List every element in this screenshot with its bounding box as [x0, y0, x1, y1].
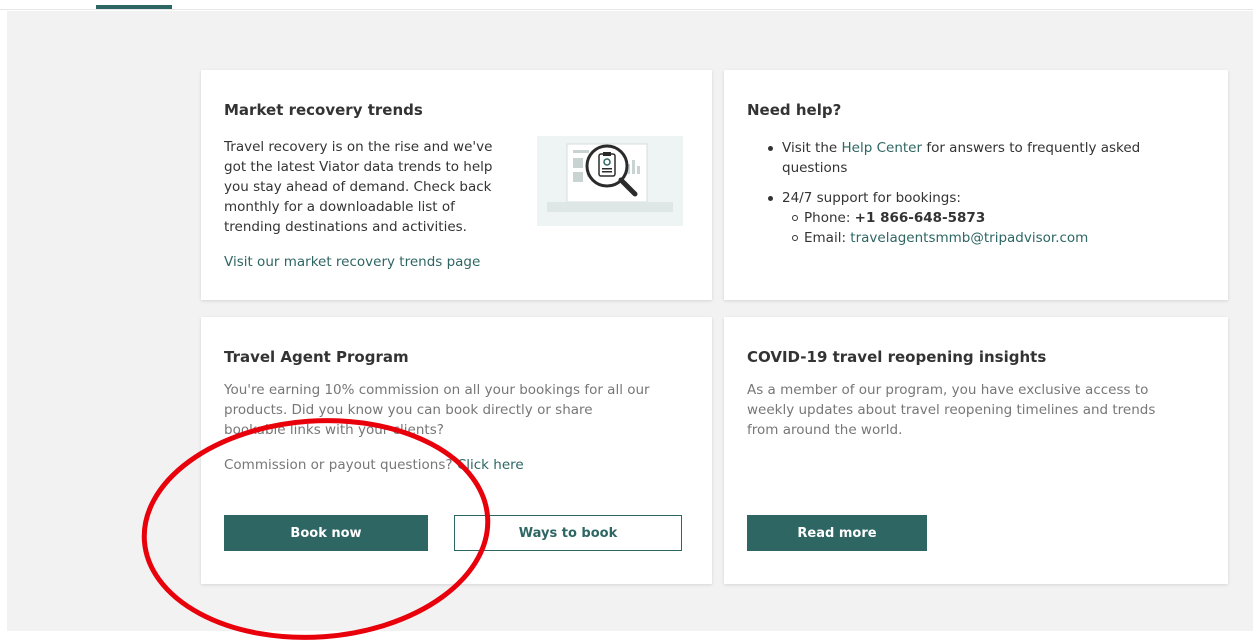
support-item: 24/7 support for bookings: Phone: +1 866… — [768, 188, 1208, 248]
book-now-button[interactable]: Book now — [224, 515, 428, 551]
covid-insights-body: As a member of our program, you have exc… — [747, 382, 1156, 438]
commission-text: Commission or payout questions? Click he… — [224, 457, 524, 473]
support-email-link[interactable]: travelagentsmmb@tripadvisor.com — [850, 230, 1088, 246]
need-help-card: Need help? Visit the Help Center for ans… — [724, 70, 1228, 300]
read-more-button[interactable]: Read more — [747, 515, 927, 551]
market-recovery-title: Market recovery trends — [224, 101, 423, 119]
phone-item: Phone: +1 866-648-5873 — [792, 208, 1208, 228]
market-recovery-body: Travel recovery is on the rise and we've… — [224, 139, 493, 235]
market-recovery-card: Market recovery trends Travel recovery i… — [201, 70, 712, 300]
help-center-link[interactable]: Help Center — [842, 140, 923, 156]
commission-click-here-link[interactable]: Click here — [457, 457, 524, 473]
market-recovery-link[interactable]: Visit our market recovery trends page — [224, 254, 480, 270]
main-content: Market recovery trends Travel recovery i… — [7, 11, 1253, 631]
magnifier-document-illustration-icon — [537, 136, 683, 226]
travel-agent-title: Travel Agent Program — [224, 348, 409, 366]
covid-insights-title: COVID-19 travel reopening insights — [747, 348, 1047, 366]
travel-agent-body: You're earning 10% commission on all you… — [224, 382, 650, 438]
help-list: Visit the Help Center for answers to fre… — [768, 138, 1208, 258]
travel-agent-program-card: Travel Agent Program You're earning 10% … — [201, 317, 712, 584]
help-center-item: Visit the Help Center for answers to fre… — [768, 138, 1208, 178]
phone-number: +1 866-648-5873 — [854, 210, 986, 226]
covid-insights-card: COVID-19 travel reopening insights As a … — [724, 317, 1228, 584]
ways-to-book-button[interactable]: Ways to book — [454, 515, 682, 551]
active-tab-indicator — [96, 5, 172, 9]
top-nav-bar — [0, 0, 1253, 10]
email-item: Email: travelagentsmmb@tripadvisor.com — [792, 228, 1208, 248]
need-help-title: Need help? — [747, 101, 842, 119]
